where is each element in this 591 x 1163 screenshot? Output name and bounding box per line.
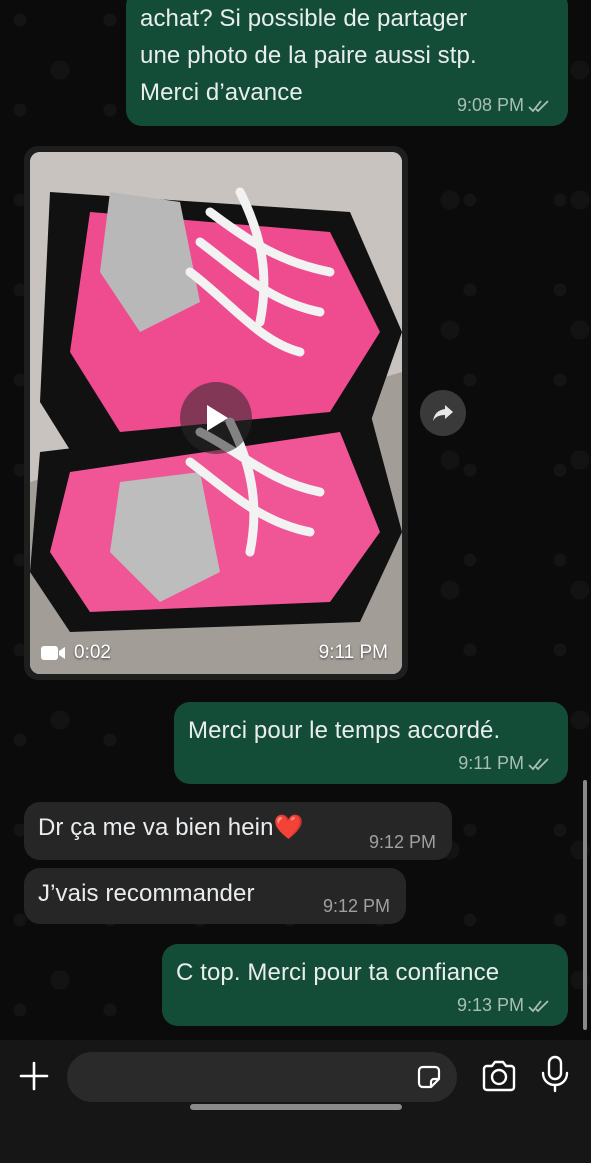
video-duration: 0:02 [40, 642, 111, 664]
scrollbar[interactable] [583, 780, 587, 1030]
video-message[interactable]: 0:02 9:11 PM [24, 146, 408, 680]
play-button[interactable] [180, 382, 252, 454]
message-composer [0, 1040, 591, 1163]
message-meta: 9:12 PM [323, 896, 390, 917]
message-time: 9:12 PM [368, 832, 436, 852]
microphone-icon[interactable] [538, 1054, 572, 1094]
message-meta: 9:13 PM [457, 995, 552, 1016]
read-receipt-icon [528, 99, 549, 112]
play-icon [207, 405, 228, 431]
camera-icon[interactable] [480, 1058, 518, 1094]
plus-icon[interactable] [16, 1058, 52, 1094]
message-bubble-outgoing[interactable]: C top. Merci pour ta confiance 9:13 PM [162, 944, 568, 1026]
message-bubble-outgoing[interactable]: achat? Si possible de partager une photo… [126, 0, 568, 126]
message-meta: 9:12 PM [369, 832, 436, 853]
read-receipt-icon [528, 999, 549, 1012]
message-body: Dr ça me va bien hein [38, 814, 274, 841]
message-text: Merci pour le temps accordé. [188, 717, 501, 744]
message-text: C top. Merci pour ta confiance [176, 959, 500, 986]
message-bubble-incoming[interactable]: Dr ça me va bien hein❤️ 9:12 PM [24, 802, 452, 860]
message-meta: 9:08 PM [457, 95, 552, 116]
message-time: 9:12 PM [322, 896, 390, 916]
message-time: 9:13 PM [456, 995, 524, 1015]
read-receipt-icon [528, 757, 549, 770]
message-meta: 9:11 PM [458, 753, 552, 774]
sticker-icon[interactable] [415, 1063, 443, 1091]
message-time: 9:08 PM [456, 95, 524, 115]
message-time: 9:11 PM [458, 753, 524, 773]
message-bubble-incoming[interactable]: J’vais recommander 9:12 PM [24, 868, 406, 924]
video-camera-icon [41, 646, 65, 660]
message-time: 9:11 PM [318, 642, 388, 663]
heart-emoji: ❤️ [273, 814, 304, 841]
duration-text: 0:02 [74, 642, 111, 663]
chat-background: achat? Si possible de partager une photo… [0, 0, 591, 1040]
message-input[interactable] [67, 1052, 457, 1102]
forward-button[interactable] [420, 390, 466, 436]
forward-icon [433, 405, 453, 421]
message-bubble-outgoing[interactable]: Merci pour le temps accordé. 9:11 PM [174, 702, 568, 784]
home-indicator[interactable] [190, 1104, 402, 1110]
video-thumbnail[interactable]: 0:02 9:11 PM [30, 152, 402, 674]
